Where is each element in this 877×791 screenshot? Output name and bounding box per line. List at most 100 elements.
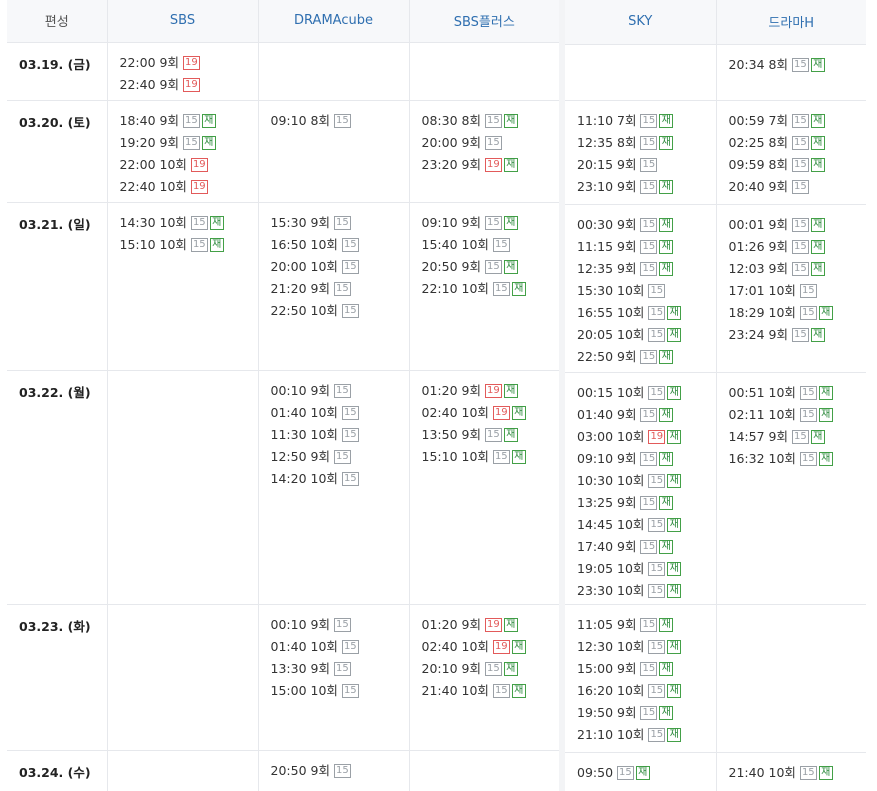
schedule-entry[interactable]: 14:20 10회 15: [271, 468, 409, 490]
schedule-entry[interactable]: 09:10 9회 15 재: [422, 212, 560, 234]
schedule-entry[interactable]: 12:30 10회 15 재: [577, 636, 715, 658]
schedule-entry[interactable]: 00:01 9회 15 재: [729, 214, 867, 236]
schedule-entry[interactable]: 11:15 9회 15 재: [577, 236, 715, 258]
schedule-entry[interactable]: 15:30 9회 15: [271, 212, 409, 234]
channel-name[interactable]: DRAMAcube: [294, 13, 373, 28]
schedule-entry[interactable]: 23:24 9회 15 재: [729, 324, 867, 346]
schedule-entry[interactable]: 02:11 10회 15 재: [729, 404, 867, 426]
air-time: 12:35: [577, 261, 614, 276]
schedule-entry[interactable]: 20:40 9회 15: [729, 176, 867, 198]
schedule-entry[interactable]: 14:30 10회 15 재: [120, 212, 258, 234]
episode-number: 9회: [310, 448, 330, 464]
header-row: 편성 SBS DRAMAcube SBS플러스: [7, 0, 559, 43]
schedule-entry[interactable]: 15:10 10회 15 재: [422, 446, 560, 468]
schedule-entry[interactable]: 21:20 9회 15: [271, 278, 409, 300]
schedule-entry[interactable]: 12:50 9회 15: [271, 446, 409, 468]
schedule-entry[interactable]: 01:20 9회 19 재: [422, 380, 560, 402]
schedule-entry[interactable]: 11:05 9회 15 재: [577, 614, 715, 636]
schedule-entry[interactable]: 01:26 9회 15 재: [729, 236, 867, 258]
schedule-entry[interactable]: 22:40 9회 19: [120, 74, 258, 96]
schedule-entry[interactable]: 09:59 8회 15 재: [729, 154, 867, 176]
schedule-entry[interactable]: 00:15 10회 15 재: [577, 382, 715, 404]
schedule-entry[interactable]: 16:20 10회 15 재: [577, 680, 715, 702]
channel-name[interactable]: SBS플러스: [454, 15, 515, 30]
schedule-entry[interactable]: 01:20 9회 19 재: [422, 614, 560, 636]
schedule-cell: 21:40 10회 15 재: [716, 752, 867, 791]
schedule-entry[interactable]: 15:30 10회 15: [577, 280, 715, 302]
schedule-entry[interactable]: 10:30 10회 15 재: [577, 470, 715, 492]
schedule-entry[interactable]: 15:40 10회 15: [422, 234, 560, 256]
channel-header-sbs[interactable]: SBS: [107, 0, 259, 43]
schedule-entry[interactable]: 21:40 10회 15 재: [729, 762, 867, 784]
schedule-entry[interactable]: 17:40 9회 15 재: [577, 536, 715, 558]
schedule-entry[interactable]: 20:00 9회 15: [422, 132, 560, 154]
schedule-entry[interactable]: 23:30 10회 15 재: [577, 580, 715, 602]
schedule-entry[interactable]: 15:10 10회 15 재: [120, 234, 258, 256]
schedule-entry[interactable]: 19:50 9회 15 재: [577, 702, 715, 724]
schedule-entry[interactable]: 22:00 9회 19: [120, 52, 258, 74]
schedule-entry[interactable]: 01:40 9회 15 재: [577, 404, 715, 426]
schedule-entry[interactable]: 21:10 10회 15 재: [577, 724, 715, 746]
header-row: SKY 드라마H: [565, 0, 866, 45]
schedule-entry[interactable]: 20:50 9회 15 재: [422, 256, 560, 278]
schedule-entry[interactable]: 11:30 10회 15: [271, 424, 409, 446]
schedule-cell: [258, 42, 410, 101]
schedule-entry[interactable]: 13:25 9회 15 재: [577, 492, 715, 514]
schedule-entry[interactable]: 00:59 7회 15 재: [729, 110, 867, 132]
schedule-entry[interactable]: 00:30 9회 15 재: [577, 214, 715, 236]
schedule-entry[interactable]: 08:30 8회 15 재: [422, 110, 560, 132]
schedule-entry[interactable]: 20:10 9회 15 재: [422, 658, 560, 680]
schedule-entry[interactable]: 13:50 9회 15 재: [422, 424, 560, 446]
schedule-entry[interactable]: 01:40 10회 15: [271, 636, 409, 658]
schedule-entry[interactable]: 14:57 9회 15 재: [729, 426, 867, 448]
schedule-entry[interactable]: 00:51 10회 15 재: [729, 382, 867, 404]
rating-15-badge: 15: [484, 215, 502, 230]
channel-header-dramacube[interactable]: DRAMAcube: [258, 0, 410, 43]
schedule-entry[interactable]: 12:35 8회 15 재: [577, 132, 715, 154]
schedule-entry[interactable]: 20:15 9회 15: [577, 154, 715, 176]
schedule-entry[interactable]: 22:00 10회 19: [120, 154, 258, 176]
schedule-entry[interactable]: 01:40 10회 15: [271, 402, 409, 424]
schedule-entry[interactable]: 00:10 9회 15: [271, 614, 409, 636]
schedule-entry[interactable]: 02:40 10회 19 재: [422, 636, 560, 658]
schedule-entry[interactable]: 22:50 9회 15 재: [577, 346, 715, 368]
schedule-entry[interactable]: 19:05 10회 15 재: [577, 558, 715, 580]
schedule-entry[interactable]: 03:00 10회 19 재: [577, 426, 715, 448]
schedule-entry[interactable]: 12:35 9회 15 재: [577, 258, 715, 280]
schedule-entry[interactable]: 20:05 10회 15 재: [577, 324, 715, 346]
schedule-entry[interactable]: 19:20 9회 15 재: [120, 132, 258, 154]
schedule-entry[interactable]: 09:10 8회 15: [271, 110, 409, 132]
schedule-entry[interactable]: 20:00 10회 15: [271, 256, 409, 278]
schedule-entry[interactable]: 02:40 10회 19 재: [422, 402, 560, 424]
schedule-entry[interactable]: 11:10 7회 15 재: [577, 110, 715, 132]
schedule-entry[interactable]: 18:29 10회 15 재: [729, 302, 867, 324]
channel-header-sky[interactable]: SKY: [565, 0, 717, 45]
schedule-entry[interactable]: 20:34 8회 15 재: [729, 54, 867, 76]
channel-name[interactable]: SKY: [628, 14, 652, 29]
schedule-entry[interactable]: 09:10 9회 15 재: [577, 448, 715, 470]
schedule-entry[interactable]: 23:10 9회 15 재: [577, 176, 715, 198]
schedule-entry[interactable]: 16:50 10회 15: [271, 234, 409, 256]
schedule-entry[interactable]: 16:55 10회 15 재: [577, 302, 715, 324]
schedule-entry[interactable]: 13:30 9회 15: [271, 658, 409, 680]
schedule-entry[interactable]: 12:03 9회 15 재: [729, 258, 867, 280]
channel-name[interactable]: SBS: [170, 13, 195, 28]
schedule-entry[interactable]: 22:10 10회 15 재: [422, 278, 560, 300]
schedule-entry[interactable]: 17:01 10회 15: [729, 280, 867, 302]
schedule-entry[interactable]: 09:50 15 재: [577, 762, 715, 784]
schedule-entry[interactable]: 23:20 9회 19 재: [422, 154, 560, 176]
schedule-entry[interactable]: 16:32 10회 15 재: [729, 448, 867, 470]
channel-header-sbsplus[interactable]: SBS플러스: [409, 0, 559, 43]
schedule-entry[interactable]: 14:45 10회 15 재: [577, 514, 715, 536]
schedule-entry[interactable]: 00:10 9회 15: [271, 380, 409, 402]
schedule-entry[interactable]: 20:50 9회 15: [271, 760, 409, 782]
schedule-entry[interactable]: 15:00 9회 15 재: [577, 658, 715, 680]
channel-header-dramah[interactable]: 드라마H: [716, 0, 866, 45]
schedule-entry[interactable]: 22:40 10회 19: [120, 176, 258, 198]
schedule-entry[interactable]: 15:00 10회 15: [271, 680, 409, 702]
schedule-entry[interactable]: 21:40 10회 15 재: [422, 680, 560, 702]
schedule-entry[interactable]: 22:50 10회 15: [271, 300, 409, 322]
channel-name[interactable]: 드라마H: [768, 16, 814, 31]
schedule-entry[interactable]: 02:25 8회 15 재: [729, 132, 867, 154]
schedule-entry[interactable]: 18:40 9회 15 재: [120, 110, 258, 132]
